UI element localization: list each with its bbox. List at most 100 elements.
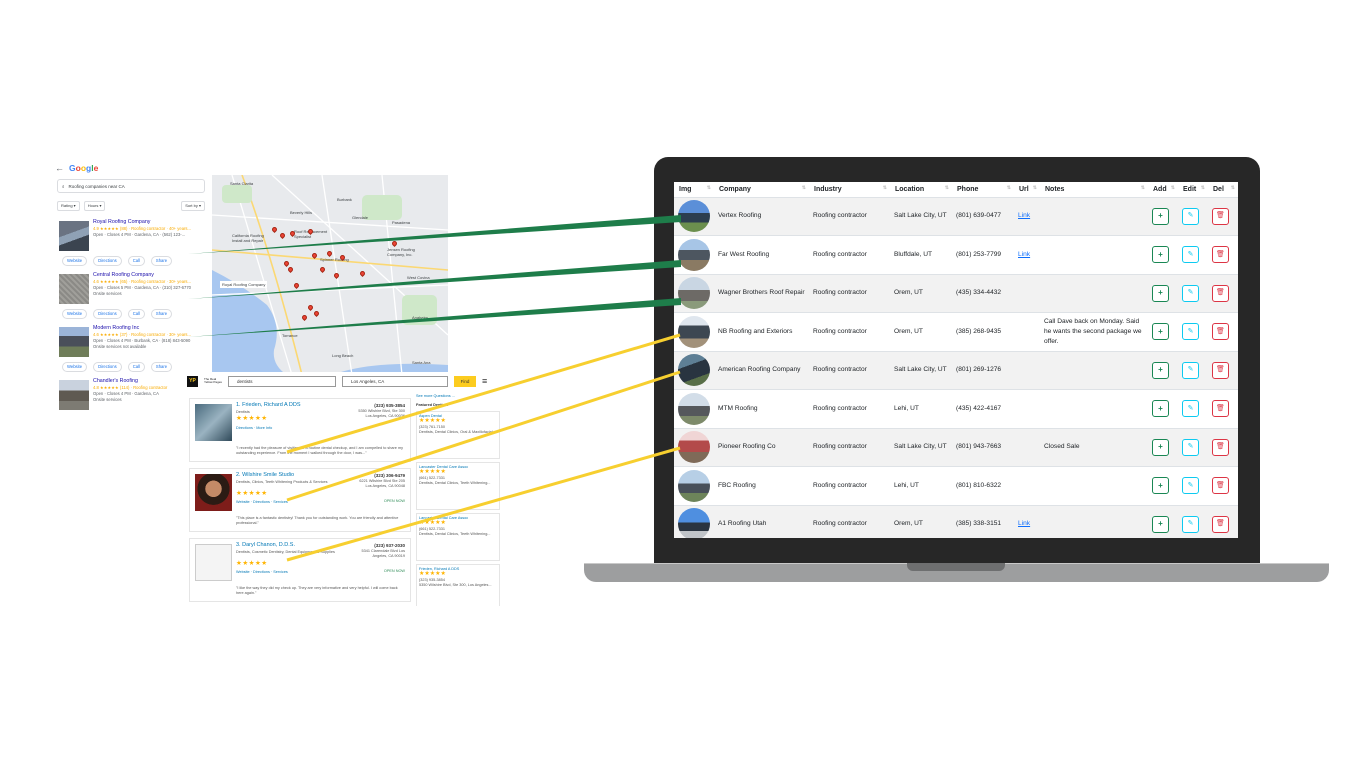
featured-listing[interactable]: Lancaster Dental Care Assoc ★★★★★ (661) … — [416, 512, 500, 561]
company-avatar — [678, 431, 710, 464]
featured-listing[interactable]: Frieden, Richard A DDS ★★★★★ (323) 935-3… — [416, 563, 500, 606]
add-button[interactable]: + — [1152, 284, 1169, 302]
delete-button[interactable]: 🗑 — [1212, 323, 1229, 341]
yp-logo[interactable]: YP — [187, 375, 198, 387]
edit-button[interactable]: ✎ — [1182, 438, 1199, 456]
filter-sort[interactable]: Sort by ▾ — [181, 201, 205, 211]
table-row[interactable]: A1 Roofing Utah Roofing contractor Orem, U… — [674, 505, 1238, 538]
phone-cell: (385) 338-3151 — [952, 505, 1014, 538]
hamburger-menu-icon[interactable]: ≡ — [482, 376, 487, 386]
edit-button[interactable]: ✎ — [1182, 361, 1199, 379]
add-button[interactable]: + — [1152, 438, 1169, 456]
delete-button[interactable]: 🗑 — [1212, 284, 1229, 302]
google-result[interactable]: Modern Roofing Inc 4.6 ★★★★★ (37) · Roof… — [59, 325, 205, 377]
add-button[interactable]: + — [1152, 323, 1169, 341]
edit-button[interactable]: ✎ — [1182, 515, 1199, 533]
edit-button[interactable]: ✎ — [1182, 207, 1199, 225]
listing-name[interactable]: 1. Frieden, Richard A DDS — [236, 402, 301, 408]
company-cell: Far West Roofing — [714, 235, 809, 275]
col-industry[interactable]: Industry ⇅ — [809, 182, 890, 198]
col-notes[interactable]: Notes ⇅ — [1040, 182, 1148, 198]
share-button[interactable]: Share — [150, 256, 173, 267]
yp-listing[interactable]: 2. Wilshire Smile Studio Dentists, Clini… — [189, 468, 411, 532]
edit-button[interactable]: ✎ — [1182, 323, 1199, 341]
delete-button[interactable]: 🗑 — [1212, 438, 1229, 456]
featured-listing[interactable]: Aspen Dental ★★★★★ (323) 761-7150 Dentis… — [416, 410, 500, 459]
col-location[interactable]: Location ⇅ — [890, 182, 952, 198]
call-button[interactable]: Call — [127, 362, 145, 373]
table-row[interactable]: MTM Roofing Roofing contractor Lehi, UT (43… — [674, 389, 1238, 429]
col-edit[interactable]: Edit ⇅ — [1178, 182, 1208, 198]
business-name[interactable]: Central Roofing Company — [93, 272, 205, 279]
delete-button[interactable]: 🗑 — [1212, 477, 1229, 495]
col-url[interactable]: Url ⇅ — [1014, 182, 1040, 198]
col-del[interactable]: Del ⇅ — [1208, 182, 1238, 198]
table-row[interactable]: Pioneer Roofing Co Roofing contractor Salt… — [674, 428, 1238, 467]
url-link[interactable]: Link — [1018, 251, 1030, 258]
directions-button[interactable]: Directions — [93, 309, 122, 320]
filter-hours[interactable]: Hours ▾ — [83, 201, 106, 211]
img-cell — [674, 389, 714, 429]
listing-links[interactable]: Website · Directions · Services — [236, 500, 288, 505]
listing-links[interactable]: Website · Directions · Services — [236, 570, 288, 575]
table-row[interactable]: Vertex Roofing Roofing contractor Salt Lak… — [674, 197, 1238, 236]
col-company[interactable]: Company ⇅ — [714, 182, 809, 198]
delete-button[interactable]: 🗑 — [1212, 207, 1229, 225]
table-row[interactable]: Far West Roofing Roofing contractor Bluffd… — [674, 235, 1238, 275]
call-button[interactable]: Call — [127, 256, 145, 267]
delete-button[interactable]: 🗑 — [1212, 400, 1229, 418]
add-button[interactable]: + — [1152, 515, 1169, 533]
edit-button[interactable]: ✎ — [1182, 284, 1199, 302]
col-phone[interactable]: Phone ⇅ — [952, 182, 1014, 198]
edit-button[interactable]: ✎ — [1182, 477, 1199, 495]
yp-sidebar-link[interactable]: See more Questions ... — [416, 394, 500, 399]
google-result[interactable]: Central Roofing Company 4.6 ★★★★★ (65) ·… — [59, 272, 205, 324]
google-map[interactable]: Santa Clarita California Roofing Install… — [212, 175, 448, 375]
table-row[interactable]: American Roofing Company Roofing contract… — [674, 351, 1238, 390]
yp-find-button[interactable]: Find — [454, 375, 476, 387]
listing-name[interactable]: 3. Daryl Chanon, D.D.S. — [236, 542, 295, 548]
col-add[interactable]: Add ⇅ — [1148, 182, 1178, 198]
url-link[interactable]: Link — [1018, 520, 1030, 527]
delete-button[interactable]: 🗑 — [1212, 361, 1229, 379]
edit-button[interactable]: ✎ — [1182, 246, 1199, 264]
business-name[interactable]: Royal Roofing Company — [93, 219, 205, 226]
back-arrow-icon[interactable]: ← — [55, 163, 64, 173]
delete-button[interactable]: 🗑 — [1212, 515, 1229, 533]
website-button[interactable]: Website — [62, 309, 88, 320]
featured-listing[interactable]: Lancaster Dental Care Assoc ★★★★★ (661) … — [416, 461, 500, 510]
table-row[interactable]: NB Roofing and Exteriors Roofing contract… — [674, 312, 1238, 352]
website-button[interactable]: Website — [62, 256, 88, 267]
yp-listing[interactable]: 3. Daryl Chanon, D.D.S. Dentists, Cosmet… — [189, 538, 411, 602]
col-img[interactable]: Img ⇅ — [674, 182, 714, 198]
add-button[interactable]: + — [1152, 400, 1169, 418]
table-row[interactable]: Wagner Brothers Roof Repair Roofing contr… — [674, 274, 1238, 313]
call-button[interactable]: Call — [127, 309, 145, 320]
listing-stars: ★★★★★ — [236, 490, 268, 497]
listing-name[interactable]: 2. Wilshire Smile Studio — [236, 472, 294, 478]
google-search-input[interactable]: ⌕ Roofing companies near CA — [57, 179, 205, 193]
delete-button[interactable]: 🗑 — [1212, 246, 1229, 264]
share-button[interactable]: Share — [150, 362, 173, 373]
edit-button[interactable]: ✎ — [1182, 400, 1199, 418]
website-button[interactable]: Website — [62, 362, 88, 373]
directions-button[interactable]: Directions — [93, 362, 122, 373]
add-button[interactable]: + — [1152, 207, 1169, 225]
url-cell — [1014, 428, 1040, 467]
business-name[interactable]: Modern Roofing Inc — [93, 325, 205, 332]
directions-button[interactable]: Directions — [93, 256, 122, 267]
add-button[interactable]: + — [1152, 477, 1169, 495]
share-button[interactable]: Share — [150, 309, 173, 320]
add-button[interactable]: + — [1152, 246, 1169, 264]
yp-listing[interactable]: 1. Frieden, Richard A DDS Dentists ★★★★★… — [189, 398, 411, 462]
table-row[interactable]: FBC Roofing Roofing contractor Lehi, UT (80… — [674, 466, 1238, 506]
yp-search-input[interactable]: dentists — [228, 375, 336, 387]
filter-rating[interactable]: Rating ▾ — [57, 201, 80, 211]
yp-location-input[interactable]: Los Angeles, CA — [342, 375, 448, 387]
url-link[interactable]: Link — [1018, 212, 1030, 219]
add-button[interactable]: + — [1152, 361, 1169, 379]
google-result[interactable]: Royal Roofing Company 4.9 ★★★★★ (88) · R… — [59, 219, 205, 271]
edit-cell: ✎ — [1178, 428, 1208, 467]
google-result[interactable]: Chandler's Roofing 4.8 ★★★★★ (114) · Roo… — [59, 378, 205, 412]
listing-links[interactable]: Directions · More Info — [236, 426, 272, 431]
